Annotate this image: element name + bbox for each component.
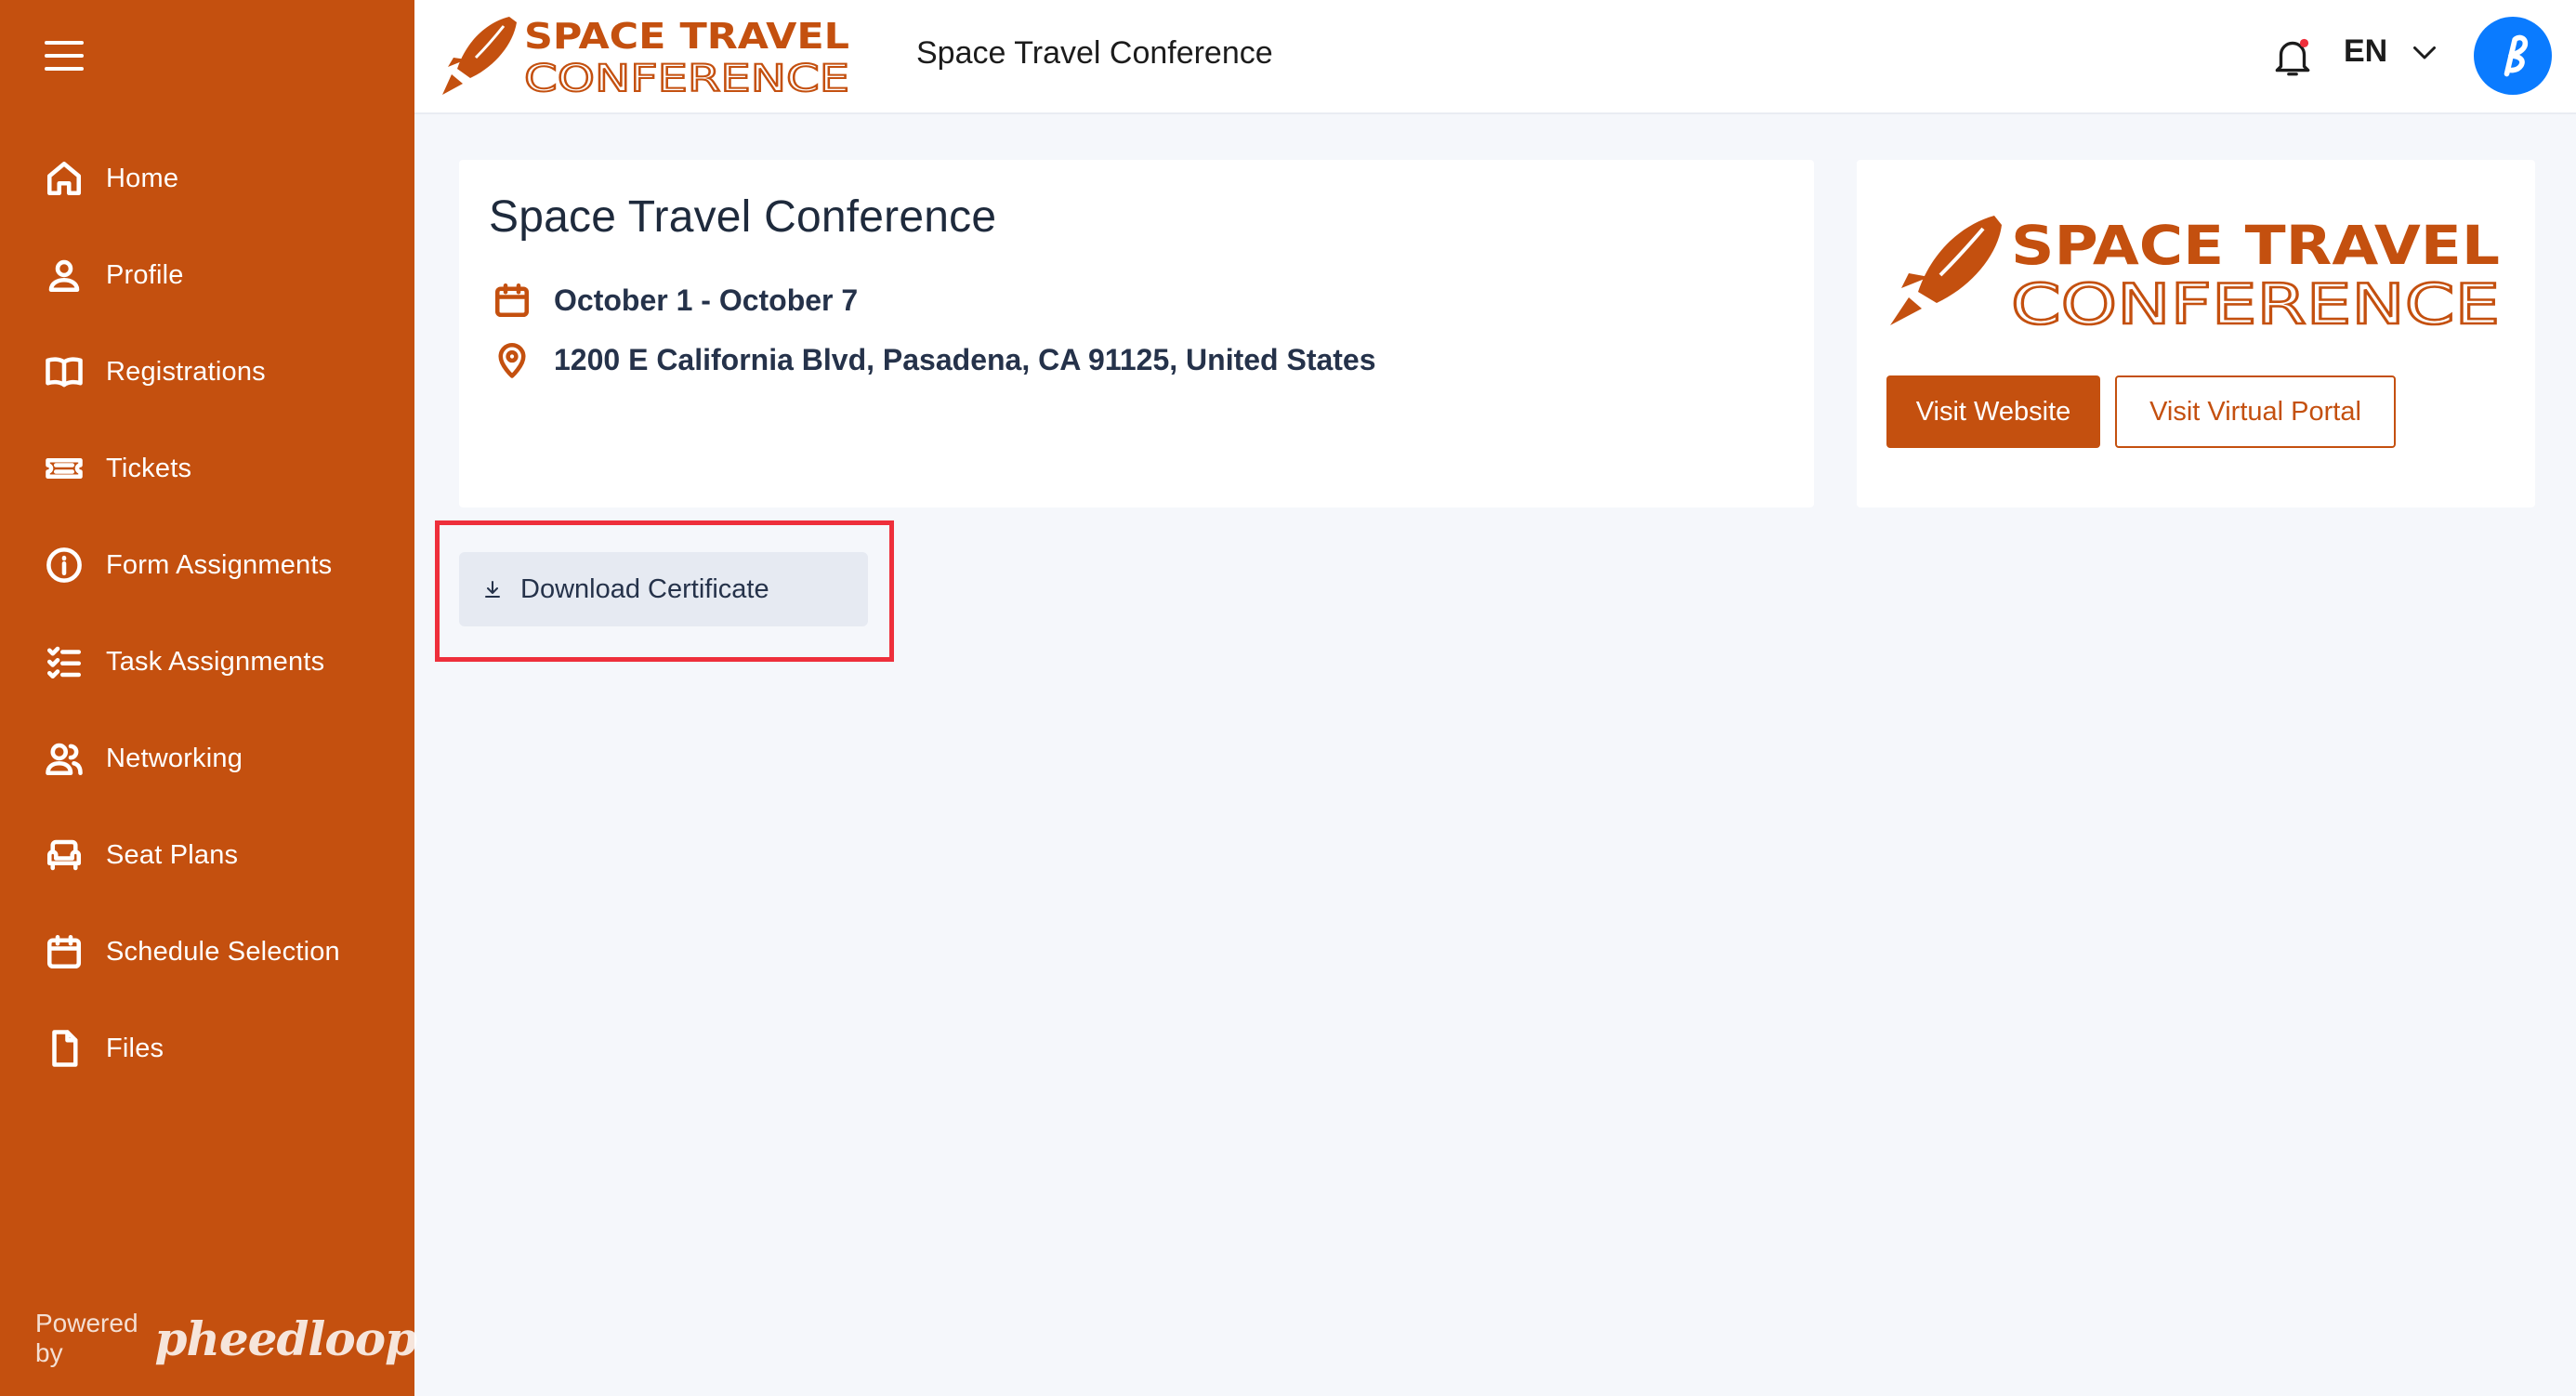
download-certificate-button[interactable]: Download Certificate: [459, 552, 868, 626]
event-dates-text: October 1 - October 7: [554, 283, 859, 317]
visit-virtual-portal-button[interactable]: Visit Virtual Portal: [2115, 375, 2396, 448]
sidebar-item-task-assignments[interactable]: Task Assignments: [0, 613, 414, 710]
sidebar-item-label: Tickets: [106, 453, 192, 483]
sidebar-item-label: Home: [106, 163, 179, 193]
logo-line2: CONFERENCE: [524, 58, 849, 99]
logo-line1: SPACE TRAVEL: [524, 16, 849, 57]
hamburger-menu-icon[interactable]: [39, 33, 89, 78]
conference-logo[interactable]: SPACE TRAVEL CONFERENCE: [439, 13, 857, 99]
book-icon: [41, 349, 87, 395]
sidebar-item-form-assignments[interactable]: Form Assignments: [0, 517, 414, 613]
sidebar-item-label: Registrations: [106, 356, 266, 387]
sidebar-item-profile[interactable]: Profile: [0, 227, 414, 323]
user-icon: [41, 252, 87, 298]
conference-logo-large: SPACE TRAVEL CONFERENCE: [1890, 214, 2501, 329]
visit-website-button[interactable]: Visit Website: [1886, 375, 2100, 448]
notification-bell-icon[interactable]: [2269, 33, 2316, 80]
sidebar-item-files[interactable]: Files: [0, 1000, 414, 1097]
sidebar-item-networking[interactable]: Networking: [0, 710, 414, 807]
sidebar-item-label: Networking: [106, 743, 243, 773]
users-icon: [41, 735, 87, 782]
sidebar-item-tickets[interactable]: Tickets: [0, 420, 414, 517]
sidebar-item-seat-plans[interactable]: Seat Plans: [0, 807, 414, 903]
sidebar-item-registrations[interactable]: Registrations: [0, 323, 414, 420]
event-location-text: 1200 E California Blvd, Pasadena, CA 911…: [554, 342, 1376, 376]
pheedloop-logo[interactable]: pheedloop: [155, 1311, 418, 1366]
home-icon: [41, 155, 87, 202]
event-dates: October 1 - October 7: [493, 281, 858, 320]
event-details-card: Space Travel Conference October 1 - Octo…: [459, 160, 1814, 507]
sidebar-item-label: Schedule Selection: [106, 936, 340, 967]
checklist-icon: [41, 639, 87, 685]
event-title: Space Travel Conference: [489, 192, 997, 242]
file-icon: [41, 1025, 87, 1072]
chevron-down-icon: [2413, 46, 2437, 59]
logo-line2: CONFERENCE: [2011, 272, 2500, 329]
sidebar-item-label: Seat Plans: [106, 839, 239, 870]
event-logo-card: SPACE TRAVEL CONFERENCE Visit Website Vi…: [1857, 160, 2535, 507]
calendar-icon: [41, 928, 87, 975]
event-location: 1200 E California Blvd, Pasadena, CA 911…: [493, 340, 1376, 379]
sidebar-item-label: Profile: [106, 259, 184, 290]
powered-by: Powered by pheedloop: [35, 1309, 418, 1368]
sidebar-item-label: Form Assignments: [106, 549, 333, 580]
download-certificate-label: Download Certificate: [520, 573, 769, 604]
logo-line1: SPACE TRAVEL: [2011, 214, 2500, 277]
armchair-icon: [41, 832, 87, 878]
page-title: Space Travel Conference: [916, 35, 1273, 71]
top-bar: SPACE TRAVEL CONFERENCE Space Travel Con…: [414, 0, 2576, 114]
download-icon: [485, 581, 500, 598]
sidebar-item-label: Files: [106, 1033, 164, 1063]
avatar[interactable]: [2474, 17, 2552, 95]
sidebar-item-label: Task Assignments: [106, 646, 325, 677]
sidebar-item-schedule-selection[interactable]: Schedule Selection: [0, 903, 414, 1000]
location-pin-icon: [493, 340, 532, 379]
info-icon: [41, 542, 87, 588]
calendar-icon: [493, 281, 532, 320]
user-avatar-icon: [2504, 34, 2529, 77]
sidebar-item-home[interactable]: Home: [0, 130, 414, 227]
language-selector[interactable]: EN: [2344, 33, 2441, 70]
sidebar-nav: Home Profile Registrations Tickets Form …: [0, 130, 414, 1097]
language-code: EN: [2344, 33, 2388, 69]
sidebar: Home Profile Registrations Tickets Form …: [0, 0, 418, 1396]
ticket-icon: [41, 445, 87, 492]
powered-by-label: Powered by: [35, 1309, 138, 1367]
